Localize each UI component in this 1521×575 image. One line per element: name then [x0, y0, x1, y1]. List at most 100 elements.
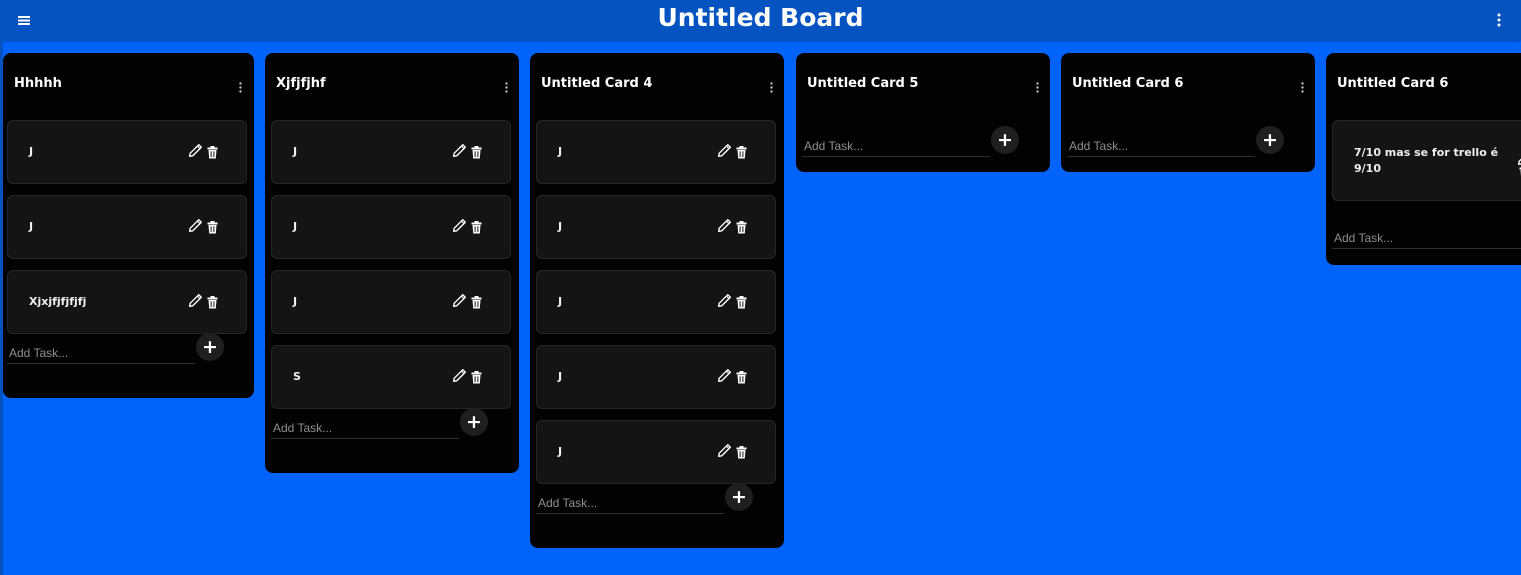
- column: Untitled Card 6 7/10 mas se for trello é …: [1326, 53, 1521, 265]
- add-task-button[interactable]: +: [1256, 126, 1284, 154]
- column: Untitled Card 4 J J J J J +: [530, 53, 784, 548]
- edit-task-button[interactable]: [717, 368, 733, 384]
- hamburger-icon: [18, 16, 30, 25]
- column: Hhhhh J J Xjxjfjfjfjfj +: [3, 53, 254, 398]
- delete-task-button[interactable]: [471, 369, 483, 384]
- task-text: J: [293, 295, 298, 308]
- edit-task-button[interactable]: [452, 218, 468, 234]
- delete-task-button[interactable]: [207, 294, 219, 309]
- column-title: Untitled Card 6: [1072, 76, 1184, 91]
- add-task-input[interactable]: [802, 135, 990, 157]
- delete-task-button[interactable]: [207, 144, 219, 159]
- pencil-icon: [717, 293, 732, 308]
- app-bar: Untitled Board: [0, 0, 1521, 40]
- task-card[interactable]: J: [536, 270, 776, 334]
- task-card[interactable]: J: [536, 345, 776, 409]
- task-card[interactable]: Xjxjfjfjfjfj: [7, 270, 247, 334]
- delete-task-button[interactable]: [736, 219, 748, 234]
- delete-task-button[interactable]: [736, 144, 748, 159]
- add-task-button[interactable]: +: [725, 483, 753, 511]
- task-card[interactable]: J: [536, 120, 776, 184]
- column-title: Hhhhh: [14, 76, 62, 91]
- trash-icon: [471, 296, 482, 309]
- task-card[interactable]: S: [271, 345, 511, 409]
- column: Untitled Card 5 +: [796, 53, 1050, 172]
- task-card[interactable]: J: [271, 195, 511, 259]
- delete-task-button[interactable]: [736, 294, 748, 309]
- add-task-input[interactable]: [271, 417, 459, 439]
- trash-icon: [736, 446, 747, 459]
- board-title: Untitled Board: [657, 3, 864, 32]
- pencil-icon: [452, 218, 467, 233]
- kebab-vertical-icon: [1300, 81, 1304, 93]
- task-text: J: [293, 145, 298, 158]
- column-menu-button[interactable]: [235, 79, 245, 95]
- delete-task-button[interactable]: [736, 444, 748, 459]
- task-card[interactable]: 7/10 mas se for trello é 9/10: [1332, 120, 1521, 201]
- add-task-button[interactable]: +: [196, 333, 224, 361]
- column-title: Untitled Card 4: [541, 76, 653, 91]
- trash-icon: [736, 371, 747, 384]
- column: Untitled Card 6 +: [1061, 53, 1315, 172]
- edit-task-button[interactable]: [188, 218, 204, 234]
- add-task-input[interactable]: [1332, 227, 1521, 249]
- edit-task-button[interactable]: [188, 143, 204, 159]
- task-text: J: [558, 145, 563, 158]
- task-card[interactable]: J: [271, 120, 511, 184]
- trash-icon: [207, 146, 218, 159]
- edit-task-button[interactable]: [717, 443, 733, 459]
- edit-task-button[interactable]: [452, 293, 468, 309]
- kebab-vertical-icon: [504, 81, 508, 93]
- kebab-vertical-icon: [1497, 13, 1501, 27]
- delete-task-button[interactable]: [207, 219, 219, 234]
- task-text: J: [29, 145, 34, 158]
- pencil-icon: [452, 368, 467, 383]
- edit-task-button[interactable]: [188, 293, 204, 309]
- edit-task-button[interactable]: [717, 143, 733, 159]
- add-task-input[interactable]: [536, 492, 724, 514]
- column-menu-button[interactable]: [1032, 79, 1042, 95]
- pencil-icon: [452, 143, 467, 158]
- task-card[interactable]: J: [536, 420, 776, 484]
- task-text: J: [558, 220, 563, 233]
- add-task-input[interactable]: [7, 342, 195, 364]
- pencil-icon: [717, 368, 732, 383]
- task-card[interactable]: J: [7, 195, 247, 259]
- column-menu-button[interactable]: [766, 79, 776, 95]
- column-menu-button[interactable]: [501, 79, 511, 95]
- trash-icon: [471, 146, 482, 159]
- delete-task-button[interactable]: [471, 294, 483, 309]
- trash-icon: [207, 296, 218, 309]
- kebab-vertical-icon: [1035, 81, 1039, 93]
- edit-task-button[interactable]: [717, 293, 733, 309]
- hamburger-menu-button[interactable]: [12, 8, 36, 32]
- task-text: J: [558, 445, 563, 458]
- task-text: 7/10 mas se for trello é 9/10: [1354, 145, 1499, 175]
- column-title: Untitled Card 5: [807, 76, 919, 91]
- task-card[interactable]: J: [7, 120, 247, 184]
- edit-task-button[interactable]: [452, 143, 468, 159]
- board-options-button[interactable]: [1491, 8, 1507, 32]
- edit-task-button[interactable]: [717, 218, 733, 234]
- task-text: J: [558, 295, 563, 308]
- pencil-icon: [188, 293, 203, 308]
- task-card[interactable]: J: [536, 195, 776, 259]
- pencil-icon: [188, 143, 203, 158]
- pencil-icon: [717, 143, 732, 158]
- edit-task-button[interactable]: [452, 368, 468, 384]
- task-text: Xjxjfjfjfjfj: [29, 295, 87, 308]
- add-task-button[interactable]: +: [460, 408, 488, 436]
- add-task-input[interactable]: [1067, 135, 1255, 157]
- trash-icon: [207, 221, 218, 234]
- add-task-button[interactable]: +: [991, 126, 1019, 154]
- pencil-icon: [188, 218, 203, 233]
- trash-icon: [736, 146, 747, 159]
- column-menu-button[interactable]: [1297, 79, 1307, 95]
- delete-task-button[interactable]: [471, 219, 483, 234]
- delete-task-button[interactable]: [471, 144, 483, 159]
- task-card[interactable]: J: [271, 270, 511, 334]
- delete-task-button[interactable]: [736, 369, 748, 384]
- column-title: Untitled Card 6: [1337, 76, 1449, 91]
- pencil-icon: [717, 443, 732, 458]
- pencil-icon: [452, 293, 467, 308]
